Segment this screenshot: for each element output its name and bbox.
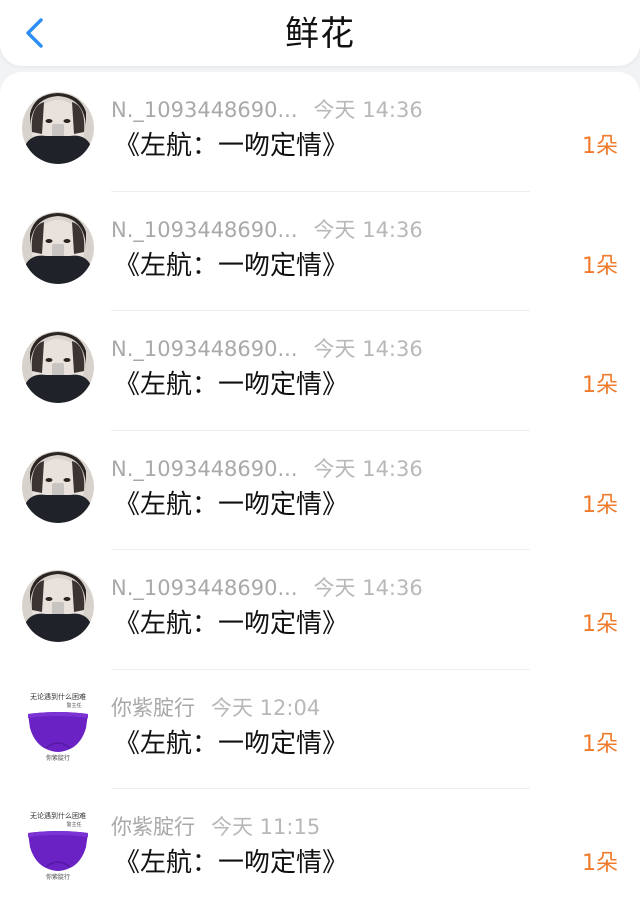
sender-name[interactable]: N._1093448690... <box>111 337 298 361</box>
avatar[interactable]: 无论遇到什么困难 警主任 你紫腚行 <box>22 689 94 762</box>
avatar[interactable] <box>22 331 94 403</box>
user-photo-avatar <box>22 450 94 523</box>
flower-count: 1朵 <box>582 492 618 518</box>
gift-time: 今天 14:36 <box>313 337 423 361</box>
flower-count: 1朵 <box>582 612 618 637</box>
sender-meta: 你紫腚行 今天 11:15 <box>111 813 320 841</box>
sender-name[interactable]: N._1093448690... <box>111 98 298 122</box>
sender-meta: N._1093448690... 今天 14:36 <box>111 574 423 602</box>
gift-title: 《左航：一吻定情》 <box>114 609 349 639</box>
avatar[interactable] <box>22 211 94 284</box>
avatar[interactable] <box>22 450 94 523</box>
top-nav-bar: 鲜花 <box>0 0 640 66</box>
gift-time: 今天 14:36 <box>313 98 423 122</box>
gift-time: 今天 11:15 <box>211 815 321 839</box>
flower-count: 1朵 <box>582 253 618 279</box>
flower-count: 1朵 <box>582 851 618 876</box>
sender-meta: 你紫腚行 今天 12:04 <box>111 694 320 722</box>
product-image-avatar: 无论遇到什么困难 警主任 你紫腚行 <box>22 689 94 762</box>
gift-record-row[interactable]: N._1093448690... 今天 14:36 《左航：一吻定情》 1朵 <box>0 192 640 311</box>
avatar[interactable]: 无论遇到什么困难 警主任 你紫腚行 <box>22 809 94 881</box>
sender-meta: N._1093448690... 今天 14:36 <box>111 96 423 124</box>
sender-name[interactable]: N._1093448690... <box>111 218 298 242</box>
product-image-avatar: 无论遇到什么困难 警主任 你紫腚行 <box>22 809 94 881</box>
avatar-caption-bottom: 你紫腚行 <box>46 873 70 881</box>
avatar[interactable] <box>22 570 94 642</box>
gift-record-row[interactable]: 无论遇到什么困难 警主任 你紫腚行 你紫腚行 今天 12:04 《左航：一吻定情》… <box>0 670 640 789</box>
avatar-caption-bottom: 你紫腚行 <box>46 754 70 762</box>
sender-name[interactable]: N._1093448690... <box>111 457 298 481</box>
avatar-caption-top: 无论遇到什么困难 <box>30 811 86 820</box>
gift-title: 《左航：一吻定情》 <box>114 131 349 161</box>
sender-meta: N._1093448690... 今天 14:36 <box>111 335 423 363</box>
sender-name[interactable]: 你紫腚行 <box>111 815 195 839</box>
gift-time: 今天 14:36 <box>313 456 423 481</box>
gift-title: 《左航：一吻定情》 <box>114 848 349 878</box>
flowers-page: 鲜花 N._1093448690... 今天 14:36 《左航：一吻定情》 1… <box>0 0 640 900</box>
gift-time: 今天 14:36 <box>313 576 423 600</box>
gift-title: 《左航：一吻定情》 <box>114 489 349 520</box>
gift-record-row[interactable]: N._1093448690... 今天 14:36 《左航：一吻定情》 1朵 <box>0 311 640 431</box>
sender-meta: N._1093448690... 今天 14:36 <box>111 216 423 244</box>
gift-title: 《左航：一吻定情》 <box>114 728 349 759</box>
avatar-caption-sub: 警主任 <box>66 702 81 709</box>
sender-name[interactable]: 你紫腚行 <box>111 696 195 720</box>
gift-record-row[interactable]: N._1093448690... 今天 14:36 《左航：一吻定情》 1朵 <box>0 550 640 670</box>
avatar[interactable] <box>22 92 94 164</box>
gift-record-row[interactable]: 无论遇到什么困难 警主任 你紫腚行 你紫腚行 今天 11:15 《左航：一吻定情》… <box>0 789 640 900</box>
page-title: 鲜花 <box>285 14 355 54</box>
gift-time: 今天 14:36 <box>313 217 423 242</box>
gift-record-row[interactable]: N._1093448690... 今天 14:36 《左航：一吻定情》 1朵 <box>0 72 640 192</box>
gift-title: 《左航：一吻定情》 <box>114 250 349 281</box>
flower-count: 1朵 <box>582 373 618 398</box>
gift-time: 今天 12:04 <box>211 695 321 720</box>
user-photo-avatar <box>22 331 94 403</box>
user-photo-avatar <box>22 92 94 164</box>
user-photo-avatar <box>22 211 94 284</box>
user-photo-avatar <box>22 570 94 642</box>
gift-title: 《左航：一吻定情》 <box>114 370 349 400</box>
gift-record-row[interactable]: N._1093448690... 今天 14:36 《左航：一吻定情》 1朵 <box>0 431 640 550</box>
avatar-caption-top: 无论遇到什么困难 <box>30 692 86 701</box>
sender-name[interactable]: N._1093448690... <box>111 576 298 600</box>
flower-count: 1朵 <box>582 731 618 757</box>
avatar-caption-sub: 警主任 <box>66 821 81 828</box>
sender-meta: N._1093448690... 今天 14:36 <box>111 455 423 483</box>
gift-list: N._1093448690... 今天 14:36 《左航：一吻定情》 1朵 N… <box>0 72 640 900</box>
flower-count: 1朵 <box>582 134 618 159</box>
